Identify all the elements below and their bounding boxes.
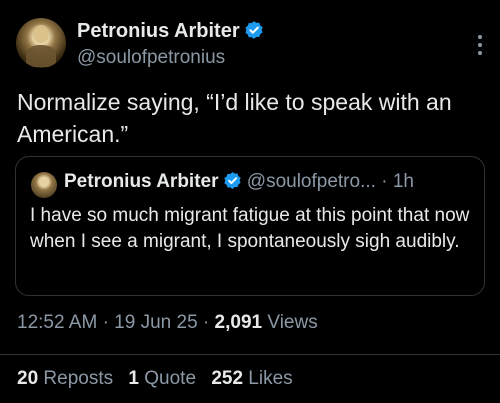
quotes-count: 1 [128, 368, 139, 389]
engagement-stats: 20 Reposts 1 Quote 252 Likes [17, 368, 303, 390]
likes-count: 252 [211, 368, 244, 389]
reposts-count: 20 [17, 368, 39, 389]
quoted-author-avatar [31, 172, 57, 198]
more-vertical-icon[interactable] [470, 30, 490, 60]
quoted-author-handle: @soulofpetro... [246, 171, 376, 192]
verified-badge-icon [223, 171, 242, 196]
reposts-label: Reposts [43, 368, 114, 389]
tweet-time[interactable]: 12:52 AM [17, 312, 97, 333]
quoted-separator: · [381, 171, 388, 192]
verified-badge-icon [244, 20, 264, 46]
quoted-tweet-header: Petronius Arbiter @soulofpetro... · 1h [64, 171, 414, 196]
author-handle[interactable]: @soulofpetronius [77, 47, 225, 69]
likes-stat[interactable]: 252 Likes [211, 368, 292, 390]
views-count: 2,091 [214, 312, 263, 333]
quoted-author-name: Petronius Arbiter [64, 171, 219, 192]
quoted-tweet-text: I have so much migrant fatigue at this p… [30, 205, 470, 252]
tweet-date[interactable]: 19 Jun 25 [114, 312, 197, 333]
meta-separator: · [202, 312, 210, 333]
meta-separator: · [102, 312, 109, 333]
quoted-tweet-card[interactable]: Petronius Arbiter @soulofpetro... · 1h I… [15, 156, 485, 296]
quotes-label: Quote [144, 368, 197, 389]
divider [0, 354, 500, 355]
author-name-row[interactable]: Petronius Arbiter [77, 20, 264, 46]
quotes-stat[interactable]: 1 Quote [128, 368, 196, 390]
author-avatar[interactable] [16, 18, 66, 68]
tweet-text: Normalize saying, “I’d like to speak wit… [17, 89, 452, 147]
views-label: Views [267, 312, 318, 333]
tweet-meta: 12:52 AM · 19 Jun 25 · 2,091 Views [17, 312, 318, 334]
reposts-stat[interactable]: 20 Reposts [17, 368, 113, 390]
author-name[interactable]: Petronius Arbiter [77, 20, 240, 42]
likes-label: Likes [248, 368, 293, 389]
quoted-time: 1h [392, 171, 414, 192]
